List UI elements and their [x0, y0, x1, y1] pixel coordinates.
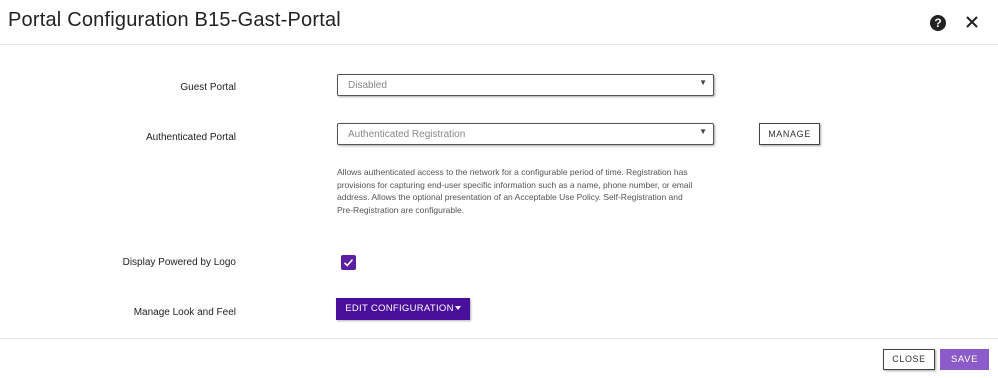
- authenticated-portal-select[interactable]: Authenticated Registration ▼: [337, 123, 714, 145]
- display-logo-label: Display Powered by Logo: [122, 257, 236, 268]
- dropdown-arrow-icon: ▼: [699, 127, 707, 136]
- guest-portal-label: Guest Portal: [180, 82, 236, 93]
- dialog-footer: [0, 338, 998, 378]
- close-button[interactable]: CLOSE: [883, 349, 935, 370]
- edit-configuration-button[interactable]: EDIT CONFIGURATION: [336, 298, 470, 320]
- caret-down-icon: [454, 306, 461, 311]
- edit-configuration-label: EDIT CONFIGURATION: [345, 303, 454, 314]
- checkmark-icon: [343, 258, 354, 267]
- portal-configuration-dialog: Portal Configuration B15-Gast-Portal ? G…: [0, 0, 998, 378]
- save-button[interactable]: SAVE: [940, 349, 989, 370]
- guest-portal-value: Disabled: [348, 80, 387, 91]
- display-logo-checkbox[interactable]: [341, 255, 356, 270]
- authenticated-portal-description: Allows authenticated access to the netwo…: [337, 167, 693, 215]
- help-icon[interactable]: ?: [930, 15, 946, 31]
- dialog-title: Portal Configuration B15-Gast-Portal: [8, 9, 341, 31]
- authenticated-portal-label: Authenticated Portal: [145, 132, 236, 143]
- dropdown-arrow-icon: ▼: [699, 78, 707, 87]
- guest-portal-select[interactable]: Disabled ▼: [337, 74, 714, 96]
- authenticated-portal-value: Authenticated Registration: [348, 129, 466, 140]
- dialog-header: Portal Configuration B15-Gast-Portal ?: [0, 0, 998, 45]
- close-icon[interactable]: [963, 13, 981, 31]
- manage-button[interactable]: MANAGE: [759, 123, 820, 145]
- look-and-feel-label: Manage Look and Feel: [133, 307, 236, 318]
